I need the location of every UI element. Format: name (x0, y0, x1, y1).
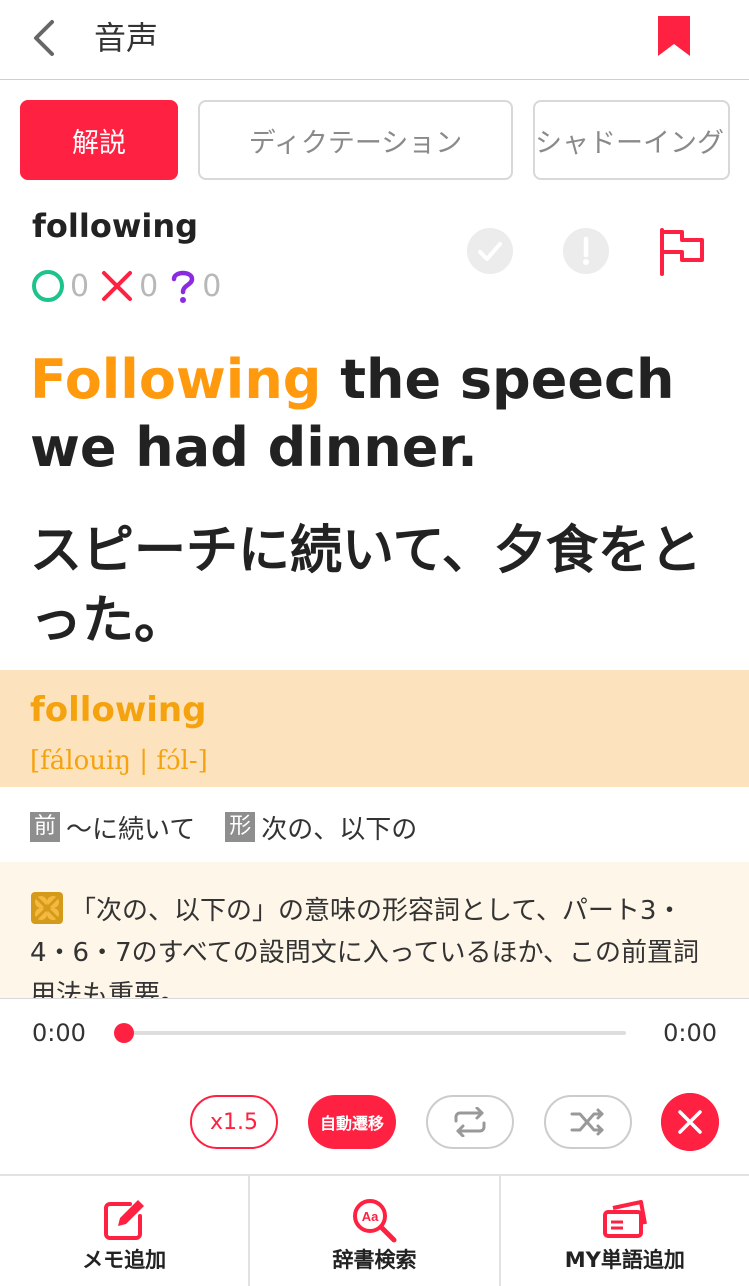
svg-text:Aa: Aa (362, 1209, 379, 1224)
memo-edit-icon (104, 1200, 145, 1240)
word-entry-header: following [fálouiŋ | fɔ́l-] (0, 670, 749, 787)
usage-note: 「次の、以下の」の意味の形容詞として、パート3・4・6・7のすべての設問文に入っ… (0, 862, 749, 1002)
check-icon[interactable] (467, 228, 513, 274)
usage-note-text: 「次の、以下の」の意味の形容詞として、パート3・4・6・7のすべての設問文に入っ… (30, 890, 720, 1002)
japanese-sentence: スピーチに続いて、夕食をとった。 (30, 521, 702, 651)
pos-badge-preposition: 前 (30, 812, 60, 842)
entry-word: following (30, 690, 207, 730)
unsure-stat: 0 (168, 268, 221, 304)
unsure-count: 0 (202, 268, 222, 304)
cross-wrong-icon (102, 271, 133, 301)
dictionary-search-button[interactable]: Aa 辞書検索 (250, 1176, 501, 1286)
progress-thumb[interactable] (114, 1023, 134, 1043)
flag-icon[interactable] (656, 226, 708, 278)
circle-correct-icon (32, 270, 64, 302)
question-unsure-icon (171, 270, 195, 303)
add-memo-label: メモ追加 (82, 1248, 167, 1272)
meaning-text: 次の、以下の (261, 814, 418, 845)
repeat-button[interactable] (426, 1095, 514, 1149)
tab-shadowing[interactable]: シャドーイング (533, 100, 730, 180)
total-time: 0:00 (663, 1019, 717, 1047)
pos-badge-adjective: 形 (225, 812, 256, 842)
current-time: 0:00 (32, 1019, 86, 1047)
speed-button[interactable]: x1.5 (190, 1095, 278, 1149)
add-memo-button[interactable]: メモ追加 (0, 1176, 251, 1286)
add-my-word-button[interactable]: MY単語追加 (501, 1176, 749, 1286)
shuffle-button[interactable] (544, 1095, 632, 1149)
wordcard-add-icon (602, 1200, 647, 1238)
entry-pronunciation: [fálouiŋ | fɔ́l-] (30, 746, 208, 776)
page-title: 音声 (94, 19, 159, 57)
dictionary-search-icon: Aa (353, 1199, 397, 1243)
close-icon[interactable] (661, 1093, 719, 1151)
tab-explanation[interactable]: 解説 (20, 100, 178, 180)
entry-meanings: 前 〜に続いて 形 次の、以下の (30, 808, 417, 846)
wrong-stat: 0 (99, 268, 158, 304)
english-sentence: Following the speech we had dinner. (30, 346, 720, 482)
auto-advance-button[interactable]: 自動遷移 (308, 1095, 396, 1149)
add-my-word-label: MY単語追加 (564, 1248, 685, 1272)
wrong-count: 0 (139, 268, 159, 304)
clover-icon (31, 892, 63, 924)
highlighted-word: Following (30, 348, 322, 411)
correct-stat: 0 (30, 268, 89, 304)
chevron-left-icon[interactable] (30, 18, 58, 58)
progress-track[interactable] (124, 1031, 626, 1035)
word-title: following (32, 207, 199, 245)
correct-count: 0 (70, 268, 90, 304)
meaning-text: 〜に続いて (66, 814, 196, 845)
tab-dictation[interactable]: ディクテーション (198, 100, 513, 180)
note-text: 「次の、以下の」の意味の形容詞として、パート3・4・6・7のすべての設問文に入っ… (30, 896, 699, 1002)
shuffle-icon (570, 1108, 604, 1136)
answer-stats: 0 0 0 (30, 266, 231, 306)
audio-player: 0:00 0:00 x1.5 自動遷移 (0, 998, 749, 1174)
bottom-toolbar: メモ追加 Aa 辞書検索 MY単語追加 (0, 1174, 749, 1286)
header-bar: 音声 (0, 0, 749, 80)
exclamation-icon[interactable] (563, 228, 609, 274)
mode-tabs: 解説 ディクテーション シャドーイング (0, 100, 749, 180)
bookmark-icon[interactable] (656, 16, 692, 56)
repeat-icon (454, 1107, 486, 1137)
dictionary-search-label: 辞書検索 (332, 1248, 417, 1272)
